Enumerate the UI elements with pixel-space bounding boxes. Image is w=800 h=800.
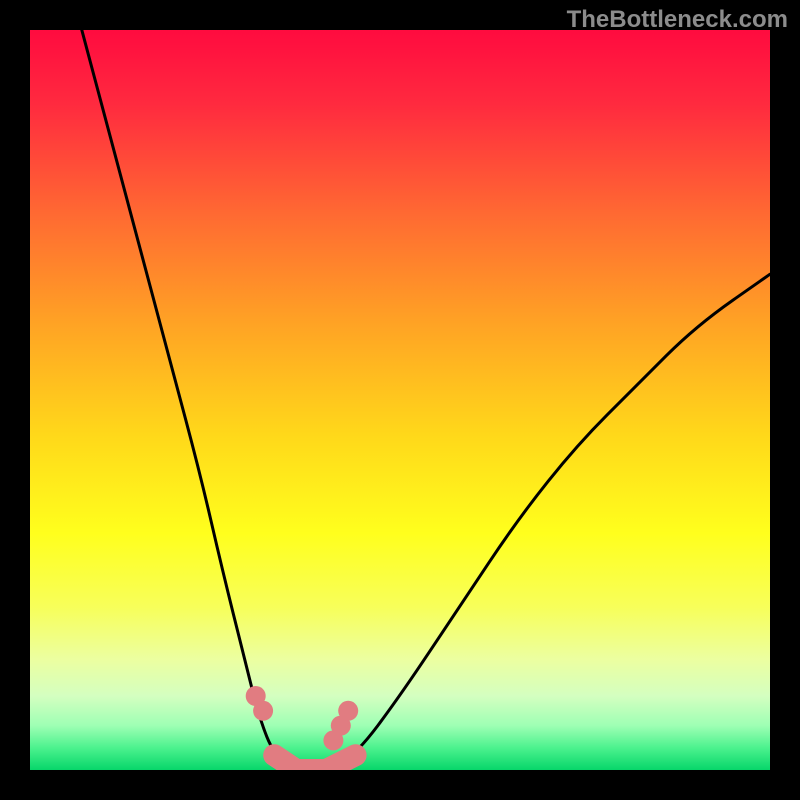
measured-point: [338, 701, 358, 721]
plot-area: [30, 30, 770, 770]
measured-points-group: [246, 686, 359, 750]
outer-frame: TheBottleneck.com: [0, 0, 800, 800]
zero-bottleneck-band: [274, 755, 355, 770]
chart-svg: [30, 30, 770, 770]
measured-point: [253, 701, 273, 721]
bottleneck-curve: [82, 30, 770, 770]
watermark-text: TheBottleneck.com: [567, 6, 788, 34]
